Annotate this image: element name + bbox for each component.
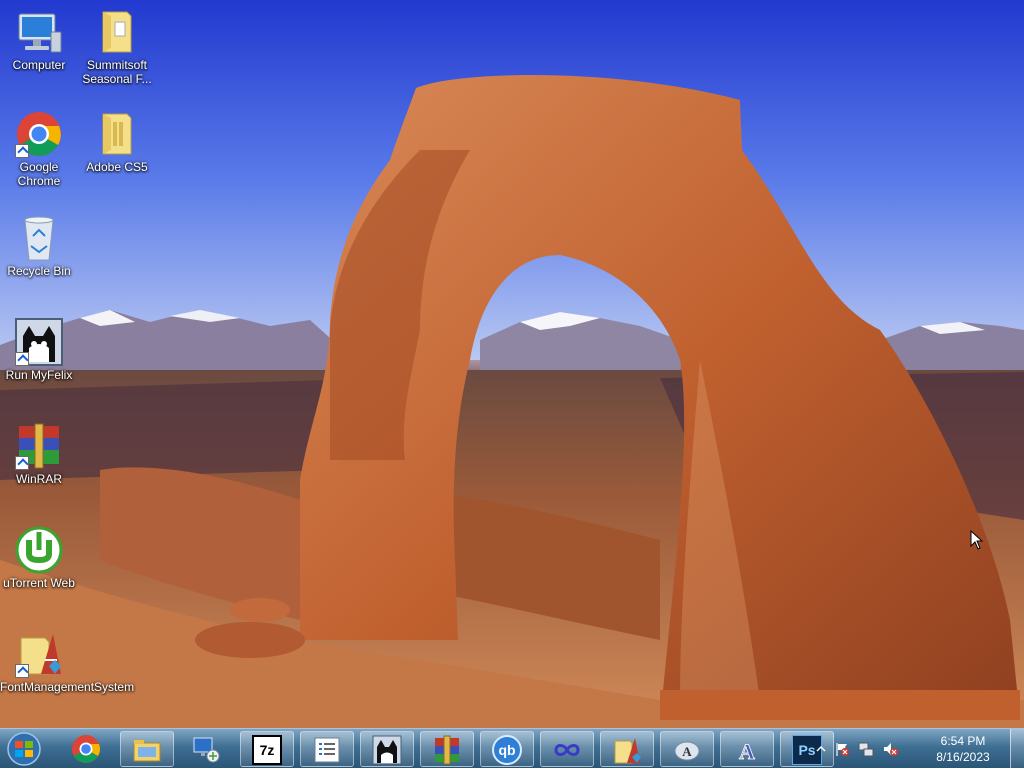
folder-icon bbox=[93, 8, 141, 56]
desktop-icon-label: Computer bbox=[12, 58, 66, 72]
utorrent-icon bbox=[15, 526, 63, 574]
font-management-icon bbox=[15, 630, 63, 678]
desktop-icon-label: Summitsoft Seasonal F... bbox=[82, 58, 152, 86]
qbittorrent-icon: qb bbox=[492, 735, 522, 765]
taskbar-felix-button[interactable] bbox=[360, 731, 414, 767]
desktop-icon-label: uTorrent Web bbox=[3, 576, 75, 590]
taskbar-infinity-app-button[interactable] bbox=[540, 731, 594, 767]
desktop-icon-utorrent-web[interactable]: uTorrent Web bbox=[0, 526, 78, 590]
file-explorer-icon bbox=[133, 740, 161, 762]
shortcut-arrow-icon bbox=[15, 352, 29, 366]
felix-cat-icon bbox=[372, 735, 402, 765]
desktop-icon-run-myfelix[interactable]: Run MyFelix bbox=[0, 318, 78, 382]
7zip-icon: 7z bbox=[252, 735, 282, 765]
desktop[interactable]: Computer Summitsoft Seasonal F... Google… bbox=[0, 0, 1024, 728]
shortcut-arrow-icon bbox=[15, 664, 29, 678]
shortcut-arrow-icon bbox=[15, 456, 29, 470]
list-app-icon bbox=[314, 737, 340, 763]
taskbar-7zip-button[interactable]: 7z bbox=[240, 731, 294, 767]
taskbar-chrome-button[interactable] bbox=[60, 731, 114, 767]
taskbar-font-creator-button[interactable]: A bbox=[720, 731, 774, 767]
recycle-bin-icon bbox=[15, 214, 63, 262]
show-desktop-button[interactable] bbox=[1010, 729, 1024, 769]
desktop-icon-label: FontManagementSystem bbox=[0, 680, 135, 694]
network-icon[interactable] bbox=[858, 741, 874, 757]
desktop-icon-font-management-system[interactable]: FontManagementSystem bbox=[0, 630, 135, 694]
taskbar-list-app-button[interactable] bbox=[300, 731, 354, 767]
font-tool-icon: A bbox=[674, 741, 700, 761]
action-center-flag-icon[interactable] bbox=[834, 741, 850, 757]
clock-time: 6:54 PM bbox=[940, 734, 986, 748]
desktop-icon-summitsoft-folder[interactable]: Summitsoft Seasonal F... bbox=[78, 8, 156, 86]
start-button[interactable] bbox=[4, 731, 44, 767]
taskbar-clock[interactable]: 6:54 PM 8/16/2023 bbox=[928, 733, 998, 765]
taskbar-font-tool-button[interactable]: A bbox=[660, 731, 714, 767]
infinity-app-icon bbox=[554, 744, 580, 756]
volume-muted-icon[interactable] bbox=[882, 741, 898, 757]
taskbar-explorer-button[interactable] bbox=[120, 731, 174, 767]
taskbar-winrar-button[interactable] bbox=[420, 731, 474, 767]
desktop-icon-computer[interactable]: Computer bbox=[0, 8, 78, 72]
windows-start-icon bbox=[7, 732, 41, 766]
desktop-icon-label: Recycle Bin bbox=[7, 264, 71, 278]
mouse-cursor-icon bbox=[970, 530, 984, 550]
desktop-icon-recycle-bin[interactable]: Recycle Bin bbox=[0, 214, 78, 278]
folder-icon bbox=[93, 110, 141, 158]
system-tray: 6:54 PM 8/16/2023 bbox=[814, 729, 1004, 769]
desktop-icon-winrar[interactable]: WinRAR bbox=[0, 422, 78, 486]
taskbar-font-management-button[interactable] bbox=[600, 731, 654, 767]
show-hidden-icons-chevron[interactable] bbox=[816, 744, 826, 754]
svg-text:A: A bbox=[739, 739, 755, 764]
chrome-icon bbox=[72, 735, 100, 763]
winrar-icon bbox=[15, 422, 63, 470]
desktop-icon-adobe-cs5-folder[interactable]: Adobe CS5 bbox=[78, 110, 156, 174]
desktop-icon-label: Run MyFelix bbox=[5, 368, 73, 382]
felix-cat-icon bbox=[15, 318, 63, 366]
clock-date: 8/16/2023 bbox=[936, 750, 990, 764]
taskbar-network-button[interactable] bbox=[180, 731, 234, 767]
desktop-icon-label: Adobe CS5 bbox=[86, 160, 148, 174]
winrar-icon bbox=[435, 735, 459, 765]
chrome-icon bbox=[15, 110, 63, 158]
desktop-icon-label: Google Chrome bbox=[17, 160, 61, 188]
network-computer-icon bbox=[193, 737, 220, 763]
taskbar-qbittorrent-button[interactable]: qb bbox=[480, 731, 534, 767]
font-management-icon bbox=[614, 738, 641, 764]
shortcut-arrow-icon bbox=[15, 144, 29, 158]
desktop-icon-label: WinRAR bbox=[15, 472, 62, 486]
desktop-icon-google-chrome[interactable]: Google Chrome bbox=[0, 110, 78, 188]
computer-icon bbox=[15, 8, 63, 56]
taskbar: 7z qb A A Ps 6:54 PM 8/16/2023 bbox=[0, 728, 1024, 769]
svg-text:A: A bbox=[682, 744, 692, 759]
font-creator-icon: A bbox=[739, 739, 756, 765]
